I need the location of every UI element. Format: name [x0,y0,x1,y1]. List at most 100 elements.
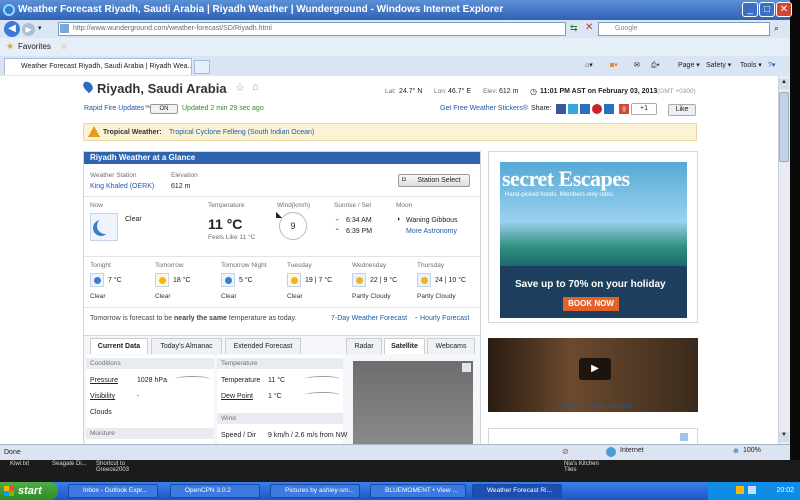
alert-link[interactable]: Tropical Cyclone Felleng (South Indian O… [169,129,314,136]
desktop-icon-label[interactable]: Shortcut to Greece2003 [96,461,140,473]
now-label: Now [90,202,104,209]
history-dropdown-icon[interactable]: ▾ [38,24,42,32]
back-icon[interactable]: ◀ [4,21,20,37]
tab-satellite[interactable]: Satellite [384,338,425,354]
forecast-condition: Clear [221,293,237,300]
link-separator: - [415,315,418,322]
favorite-star-icon[interactable]: ☆ [235,81,245,94]
satellite-image[interactable] [353,361,473,444]
wind-speed-label: Speed / Dir [221,432,257,439]
weather-glyph-icon [421,277,428,284]
tab-radar[interactable]: Radar [346,338,382,354]
desktop-icon-label[interactable]: Nia's Kitchen Tiles [564,461,608,473]
ad-tagline: Hand-picked hotels. Members-only rates. [505,192,615,198]
city-title: Riyadh, Saudi Arabia [97,81,227,96]
expand-icon[interactable] [462,363,471,372]
rapid-fire-toggle[interactable]: ON [150,104,178,114]
like-button[interactable]: Like [668,104,696,116]
scroll-up-icon[interactable]: ▲ [779,79,789,89]
now-condition: Clear [125,216,142,223]
tab-extended-forecast[interactable]: Extended Forecast [225,338,301,354]
add-favorite-icon[interactable]: ☆ [60,41,68,52]
gplus-icon[interactable]: g [619,104,629,114]
page-menu[interactable]: Page ▾ [678,58,700,74]
address-bar[interactable]: http://www.wunderground.com/weather-fore… [58,22,566,36]
forecast-condition: Partly Cloudy [352,293,391,300]
moon-label: Moon [396,202,413,209]
taskbar-weather[interactable]: Weather Forecast Ri... [472,484,562,498]
twitter-icon[interactable] [568,104,578,114]
scroll-thumb[interactable] [779,92,789,162]
tab-almanac[interactable]: Today's Almanac [151,338,222,354]
visibility-label[interactable]: Visibility [90,393,115,400]
rapid-fire-label: Rapid Fire Updates™ [84,105,152,112]
forecast-temp: 7 °C [108,277,122,284]
minimize-button[interactable]: _ [742,2,758,17]
current-temperature: 11 °C [208,216,243,232]
pinterest-icon[interactable] [592,104,602,114]
search-icon[interactable]: ⌕ [774,23,779,34]
stop-icon[interactable]: ✕ [585,22,593,33]
feeds-icon[interactable]: ◙▾ [610,58,618,74]
safety-menu[interactable]: Safety ▾ [706,58,731,74]
share-icon[interactable] [604,104,614,114]
select-icon: ◘ [402,177,406,183]
wind-arrow-icon: ◣ [276,210,283,219]
browser-tab[interactable]: Weather Forecast Riyadh, Saudi Arabia | … [4,58,192,75]
dew-point-label[interactable]: Dew Point [221,393,253,400]
weather-glyph-icon [291,277,298,284]
weather-glyph-icon [159,277,166,284]
maximize-button[interactable]: □ [759,2,775,17]
location-pin-icon [81,79,95,94]
close-button[interactable]: ✕ [776,2,792,17]
taskbar-pictures[interactable]: Pictures by ashley-sm... [270,484,360,498]
web-page: Riyadh, Saudi Arabia ☆ ⌂ Lat: 24.7° N Lo… [0,76,778,444]
lat-label: Lat: [385,88,396,95]
station-select-button[interactable]: Station Select [398,174,470,187]
desktop-icon-label[interactable]: Seagate Di... [52,461,87,467]
ad-choices-icon[interactable] [680,433,688,441]
tools-menu[interactable]: Tools ▾ [740,58,762,74]
mail-icon[interactable]: ✉ [634,58,640,74]
clock-icon: ◷ [530,87,537,96]
seven-day-link[interactable]: 7-Day Weather Forecast [331,315,407,322]
update-status: Updated 2 min 29 sec ago [182,105,264,112]
desktop-icon-label[interactable]: Kiwi.txt [10,461,29,467]
tab-webcams[interactable]: Webcams [427,338,475,354]
facebook-icon[interactable] [556,104,566,114]
forward-icon[interactable]: ▶ [22,23,35,36]
pressure-label[interactable]: Pressure [90,377,118,384]
set-home-icon[interactable]: ⌂ [252,81,259,93]
pressure-value: 1028 hPa [137,377,167,384]
sunrise-icon: ◒ [335,216,340,223]
zoom-level[interactable]: 100% [743,447,761,454]
sunset-time: 6:39 PM [346,228,373,235]
tab-current-data[interactable]: Current Data [90,338,148,354]
book-now-button[interactable]: BOOK NOW [563,297,619,311]
search-input[interactable]: Google [598,22,770,36]
plus-one-button[interactable]: +1 [631,103,657,115]
refresh-icon[interactable]: ⇆ [570,23,578,34]
video-section-link[interactable]: Visit Our Video Section [560,403,632,410]
hourly-link[interactable]: Hourly Forecast [420,315,469,322]
play-icon[interactable]: ▶ [579,358,611,380]
temp-sparkline [305,376,340,382]
mail-share-icon[interactable] [580,104,590,114]
new-tab-button[interactable] [194,60,210,74]
sunrise-label: Sunrise / Set [334,202,372,209]
favorites-button[interactable]: Favorites [18,42,51,51]
tray-icon[interactable] [736,486,744,494]
tray-icon[interactable] [748,486,756,494]
taskbar-opencpn[interactable]: OpenCPN 3.0.2 [170,484,260,498]
scroll-down-icon[interactable]: ▼ [779,432,789,442]
more-astronomy-link[interactable]: More Astronomy [406,228,457,235]
forecast-day: Thursday [417,262,445,269]
taskbar-bluemoment[interactable]: BLUEMOMENT • View ... [370,484,466,498]
home-icon[interactable]: ⌂▾ [585,58,593,74]
print-icon[interactable]: ⎙▾ [651,58,660,74]
stickers-link[interactable]: Get Free Weather Stickers® [440,105,528,112]
zoom-icon: ⊕ [733,448,739,455]
help-icon[interactable]: ?▾ [768,58,775,74]
station-link[interactable]: King Khaled (OERK) [90,183,154,190]
taskbar-outlook[interactable]: Inbox - Outlook Expr... [68,484,158,498]
